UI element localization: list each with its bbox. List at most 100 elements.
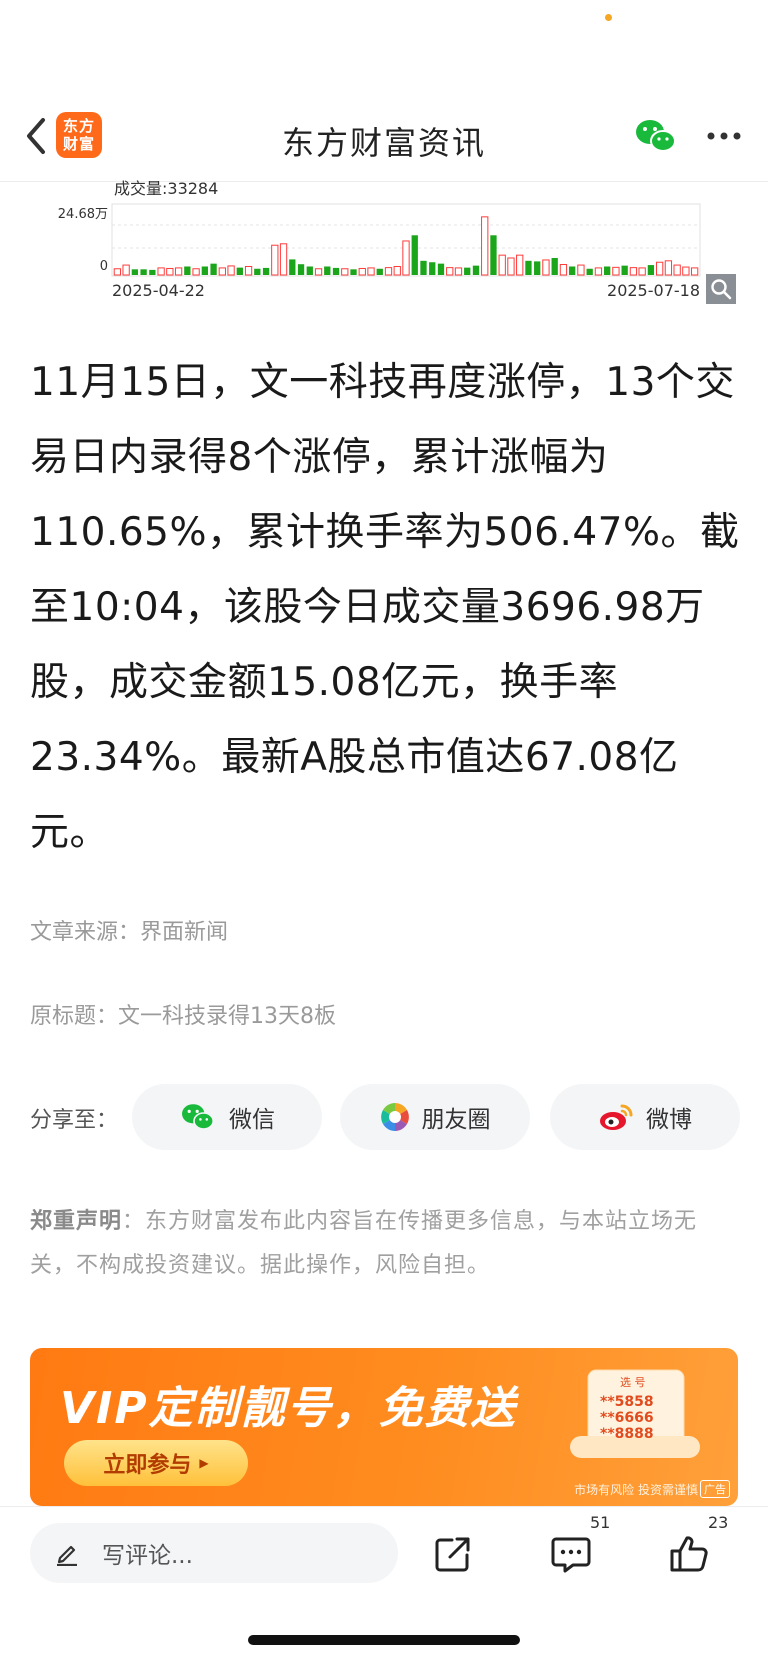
volume-bar [673,264,681,276]
ticket-number-1: **5858 [600,1394,654,1410]
volume-bar [542,259,550,276]
volume-bar [341,268,349,276]
volume-bar [192,268,200,276]
x-start-label: 2025-04-22 [112,281,205,300]
volume-bar [604,266,611,275]
status-indicator-dot [605,14,612,21]
disclaimer-label: 郑重声明 [30,1209,123,1234]
article-body: 11月15日，文一科技再度涨停，13个交易日内录得8个涨停，累计涨幅为110.6… [30,360,740,855]
volume-bar [297,264,305,275]
volume-bar [122,264,130,276]
comment-input[interactable]: 写评论... [30,1523,398,1583]
disclaimer-text: ：东方财富发布此内容旨在传播更多信息，与本站立场无关，不构成投资建议。据此操作，… [30,1209,698,1278]
volume-bar [166,267,174,276]
lucky-number-ticket-icon: 选 号 **5858 **6666 **8888 [570,1369,700,1458]
volume-bar [131,269,139,275]
volume-bar [174,267,183,276]
volume-bar [647,265,655,275]
volume-bar [551,257,558,275]
y-max-label: 24.68万 [58,207,108,222]
volume-bar [638,267,646,276]
volume-bar [376,268,383,275]
more-horizontal-icon [707,132,741,140]
ticket-number-3: **8888 [600,1426,654,1442]
bottom-action-bar: 写评论... 51 23 [0,1506,768,1663]
top-nav-bar: 东方 财富 东方财富资讯 [0,96,768,182]
pencil-icon [57,1545,77,1566]
ticket-head: 选 号 [620,1376,646,1389]
triangle-right-icon: ▶ [199,1456,209,1470]
volume-bar [262,267,270,275]
volume-bar [481,216,489,276]
wechat-share-button[interactable] [634,116,678,156]
weibo-icon [600,1104,633,1130]
volume-bar [464,267,471,275]
share-label: 分享至： [30,1108,119,1133]
volume-bar [569,266,576,275]
volume-bar [184,266,191,275]
share-moments-button[interactable]: 朋友圈 [340,1084,530,1150]
chart-zoom-button[interactable] [706,274,736,304]
volume-bar [594,267,603,276]
volume-bar [350,269,357,275]
volume-bar [140,269,147,275]
volume-bar [429,262,436,275]
volume-bar [244,265,253,276]
volume-bar [324,266,331,275]
ad-tag: 广告 [700,1480,730,1498]
thumbs-up-icon [670,1536,708,1572]
volume-bar [621,265,628,275]
share-moments-label: 朋友圈 [421,1107,491,1133]
volume-bar [254,268,261,275]
volume-bar [472,265,480,275]
volume-bar [490,235,497,275]
disclaimer: 郑重声明：东方财富发布此内容旨在传播更多信息，与本站立场无关，不构成投资建议。据… [30,1200,742,1288]
volume-bar [454,267,463,276]
banner-title: VIP定制靓号，免费送 [60,1383,517,1434]
wechat-icon [182,1104,215,1130]
volume-bar [393,265,401,276]
volume-bar [332,267,340,275]
wechat-icon [636,120,676,152]
like-button[interactable]: 23 [662,1513,728,1581]
share-wechat-button[interactable]: 微信 [132,1084,322,1150]
volume-bar [210,263,217,275]
volume-bar [271,244,279,276]
volume-bar [157,267,165,276]
comment-placeholder: 写评论... [102,1543,193,1569]
share-weibo-label: 微博 [646,1107,692,1133]
share-weibo-button[interactable]: 微博 [550,1084,740,1150]
comments-button[interactable]: 51 [544,1513,610,1581]
volume-bar [358,267,366,276]
share-icon [435,1537,470,1572]
volume-bar [507,257,515,276]
volume-bar [402,240,410,276]
ticket-number-2: **6666 [600,1410,654,1426]
magnifier-icon [711,279,732,300]
volume-bar [314,268,323,276]
vip-ad-banner[interactable]: VIP定制靓号，免费送 立即参与 ▶ 选 号 **5858 **6666 **8… [30,1348,738,1506]
volume-bar [534,261,541,275]
comments-count: 51 [590,1513,611,1532]
share-button[interactable] [426,1527,480,1581]
volume-bar [149,269,156,275]
banner-join-button[interactable]: 立即参与 ▶ [64,1440,248,1486]
home-indicator [248,1635,520,1645]
volume-bar [279,243,288,276]
banner-join-label: 立即参与 [103,1453,192,1478]
volume-bar [690,267,699,276]
volume-bar [306,266,313,275]
comment-bubble-icon [551,1537,591,1573]
volume-bar [629,267,638,276]
volume-chart: 成交量:33284 24.68万 0 2025-04-22 2025-07-18 [0,178,768,308]
volume-bar [559,264,568,276]
article-original-title: 原标题：文一科技录得13天8板 [30,1004,336,1029]
y-min-label: 0 [100,259,108,274]
likes-count: 23 [708,1513,729,1532]
volume-bar [586,268,593,275]
volume-bar [201,266,208,275]
volume-bar [420,260,427,275]
moments-icon [380,1103,409,1131]
more-button[interactable] [700,120,748,152]
article-source: 文章来源：界面新闻 [30,920,229,945]
